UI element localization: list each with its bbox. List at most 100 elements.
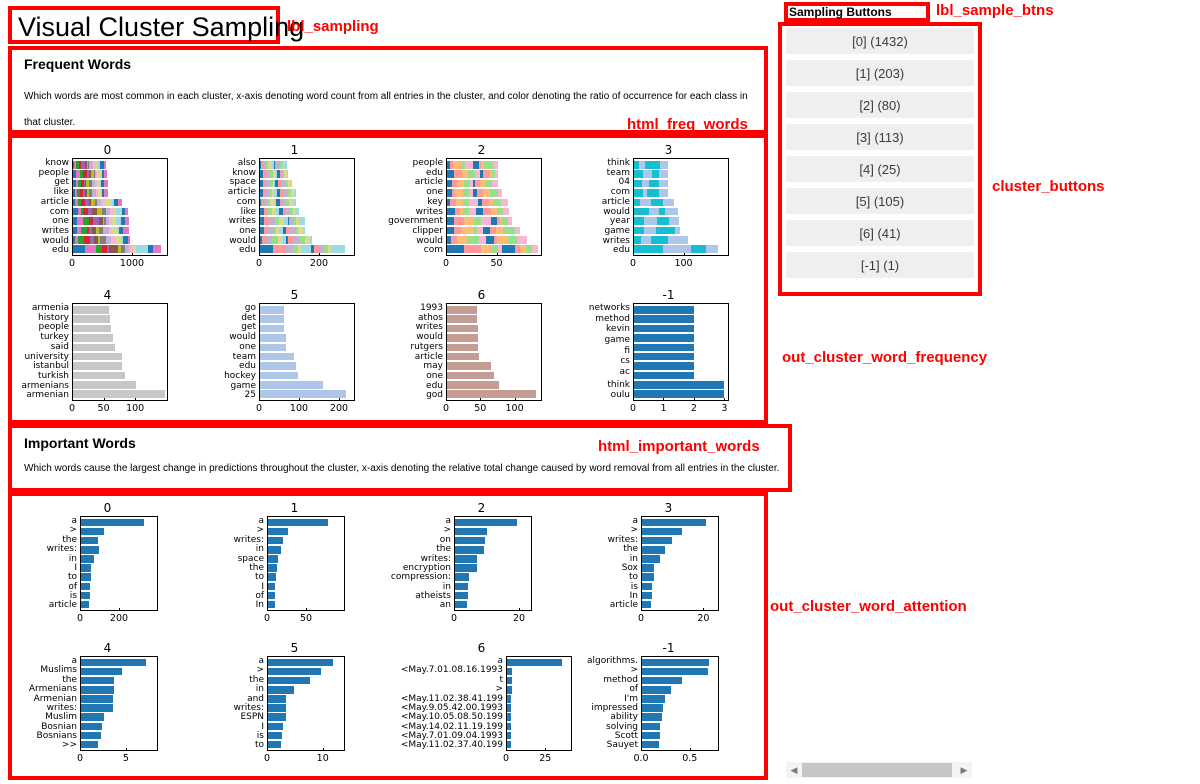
y-tick-label: space: [229, 177, 256, 188]
y-tick-label: think: [607, 379, 630, 390]
cluster-button-5[interactable]: [5] (105): [786, 188, 974, 214]
bar: [447, 324, 478, 333]
bar-segment: [468, 170, 476, 178]
bar-segment: [481, 245, 491, 253]
x-axis-freq--1: 0 1 2 3: [630, 398, 729, 417]
y-tick-label: on: [439, 534, 451, 545]
scrollbar-thumb[interactable]: [802, 763, 952, 777]
y-tick-label: in: [255, 544, 264, 555]
bar: [455, 537, 486, 545]
scroll-right-arrow-icon[interactable]: ▶: [956, 765, 972, 776]
y-tick-labels-imp-0: a > the writes: in Ito of is article: [14, 516, 80, 611]
y-tick-label: writes:: [420, 553, 451, 564]
bar-segment: [649, 207, 660, 216]
bar-segment: [81, 740, 98, 748]
bar-segment: [447, 362, 491, 370]
cluster-button-7[interactable]: [-1] (1): [786, 252, 974, 278]
cluster-button-3[interactable]: [3] (113): [786, 124, 974, 150]
axes-freq-0: [72, 158, 168, 256]
y-tick-label: think: [607, 158, 630, 168]
y-tick-label: to: [628, 572, 638, 583]
plot-area-imp-4: a Muslims the Armenians Armenian writes: Musli…: [14, 656, 201, 751]
x-tick-label: 50: [97, 403, 110, 414]
axes-freq-6: [446, 303, 542, 401]
bar-segment: [634, 306, 694, 314]
bar: [642, 740, 660, 748]
bar-segment: [268, 564, 278, 572]
chart-title-imp-0: 0: [103, 501, 112, 515]
bar: [73, 381, 137, 389]
bar: [260, 198, 297, 207]
y-tick-label: fi: [624, 345, 630, 356]
bar-segment: [455, 537, 486, 545]
plot-area-imp-0: a > the writes: in Ito of is article: [14, 516, 201, 611]
y-tick-label: Muslims: [40, 665, 77, 676]
bar-segment: [492, 179, 499, 188]
y-tick-labels-imp-1: a > writes: in space the to Iof In: [201, 516, 267, 611]
bar-segment: [496, 207, 504, 216]
chart-title-freq-0: 0: [103, 143, 112, 157]
cluster-button-2[interactable]: [2] (80): [786, 92, 974, 118]
plot-area-imp--1: algorithms. > method of I'm impressed ability s…: [575, 656, 762, 751]
y-tick-label: Muslim: [45, 712, 77, 723]
y-tick-label: method: [603, 674, 638, 685]
axes-freq-1: [259, 158, 355, 256]
bar: [260, 170, 289, 178]
y-tick-labels-imp-2: a > on the writes: encryption compression: in at…: [388, 516, 454, 611]
x-tick-label: 200: [309, 258, 329, 269]
x-tick-label: 1000: [119, 258, 145, 269]
x-tick-mark: [319, 253, 320, 256]
x-tick-mark: [80, 748, 81, 751]
bar-segment: [103, 170, 107, 178]
bar-segment: [135, 245, 148, 253]
scroll-left-arrow-icon[interactable]: ◀: [786, 765, 802, 776]
y-tick-label: writes: [415, 206, 443, 217]
cluster-button-1[interactable]: [1] (203): [786, 60, 974, 86]
bar: [81, 668, 123, 676]
bar-segment: [634, 179, 642, 188]
bar-segment: [473, 217, 482, 225]
plot-area-freq-4: armenia history people turkey said university…: [14, 303, 201, 401]
bar-segment: [447, 324, 478, 333]
cluster-button-4[interactable]: [4] (25): [786, 156, 974, 182]
bar-segment: [303, 226, 306, 235]
y-tick-label: <May.11.02.37.40.199: [400, 740, 503, 751]
y-tick-label: 1993: [420, 303, 443, 313]
bar-segment: [447, 371, 494, 380]
bar-segment: [659, 179, 668, 188]
plot-area-imp-3: a > writes: the in Sox to is In article: [575, 516, 762, 611]
horizontal-scrollbar[interactable]: ◀ ▶: [786, 762, 972, 778]
y-tick-label: atheists: [415, 591, 451, 601]
y-tick-label: the: [436, 544, 451, 555]
x-tick-mark: [545, 748, 547, 751]
cluster-button-6[interactable]: [6] (41): [786, 220, 974, 246]
bar-segment: [268, 740, 282, 748]
cluster-button-0[interactable]: [0] (1432): [786, 28, 974, 54]
chart-freq-3: 3 think team 04 com article would year game write…: [575, 142, 762, 287]
bar-segment: [644, 226, 656, 235]
bar-segment: [642, 573, 655, 581]
bar-segment: [642, 546, 665, 554]
y-tick-label: 04: [618, 177, 630, 188]
bar-segment: [81, 582, 91, 590]
bar: [642, 713, 662, 721]
y-tick-label: writes:: [46, 702, 77, 713]
x-tick-label: 20: [697, 613, 710, 624]
bar-segment: [73, 371, 125, 380]
bar-segment: [268, 668, 322, 676]
y-tick-label: to: [254, 740, 264, 751]
bar-segment: [517, 236, 528, 244]
bar: [634, 306, 694, 314]
x-tick-label: 100: [126, 403, 145, 414]
bar-segment: [659, 161, 668, 169]
bar-segment: [497, 236, 508, 244]
bar: [447, 170, 499, 178]
y-tick-labels-freq-0: know people get like article com one writes woul…: [14, 158, 72, 256]
axes-freq--1: [633, 303, 729, 401]
x-tick-mark: [306, 608, 307, 611]
bar: [447, 198, 509, 207]
bar: [81, 591, 91, 599]
scrollbar-track[interactable]: [802, 763, 956, 777]
x-tick-mark: [80, 608, 81, 611]
bar: [260, 306, 284, 314]
